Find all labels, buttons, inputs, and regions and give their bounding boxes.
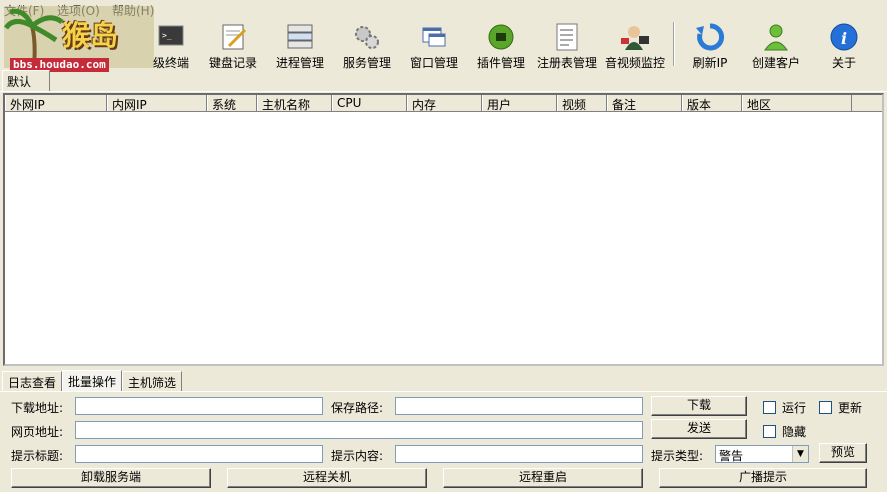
about-button[interactable]: i 关于 [824,22,864,70]
tab-divider [0,91,887,92]
hide-checkbox[interactable]: 隐藏 [763,423,806,440]
remote-shutdown-button[interactable]: 远程关机 [227,468,427,488]
column-header[interactable]: 主机名称 [257,95,332,111]
column-header[interactable]: 系统 [207,95,257,111]
hide-checkbox-box[interactable] [763,425,776,438]
bottom-tab-strip: 日志查看 批量操作 主机筛选 [2,370,183,391]
info-icon: i [830,23,858,51]
chevron-down-icon[interactable]: ▼ [792,446,808,462]
update-checkbox-label: 更新 [838,401,863,415]
window-icon [422,27,446,47]
web-url-field[interactable] [75,421,643,439]
column-header[interactable]: 版本 [682,95,742,111]
save-path-field[interactable] [395,397,643,415]
run-checkbox-label: 运行 [782,401,807,415]
tip-content-label: 提示内容: [331,449,384,463]
create-client-button[interactable]: 创建客户 [748,22,804,70]
site-logo: 猴岛 bbs.houdao.com [3,6,154,72]
web-url-label: 网页地址: [11,425,64,439]
bottom-tab-divider [0,391,887,392]
refresh-icon [696,23,725,51]
av-monitor-button[interactable]: 音视频监控 [603,22,667,70]
remote-reboot-button[interactable]: 远程重启 [443,468,643,488]
tip-type-select[interactable]: 警告 ▼ [715,445,809,463]
update-checkbox[interactable]: 更新 [819,399,862,416]
uninstall-server-button[interactable]: 卸载服务端 [11,468,211,488]
keyboard-log-button[interactable]: 键盘记录 [206,22,260,70]
preview-button[interactable]: 预览 [819,443,867,463]
download-url-label: 下载地址: [11,401,64,415]
service-button[interactable]: 服务管理 [340,22,394,70]
column-header[interactable]: 内网IP [107,95,207,111]
logo-text: 猴岛 [62,19,119,52]
column-header[interactable]: 用户 [482,95,557,111]
broadcast-tip-button[interactable]: 广播提示 [659,468,867,488]
tab-default-group[interactable]: 默认 [2,70,50,92]
toolbar-separator [673,22,675,66]
run-checkbox-box[interactable] [763,401,776,414]
host-list[interactable]: 外网IP 内网IP 系统 主机名称 CPU 内存 用户 视频 备注 版本 地区 [3,93,884,366]
refresh-ip-button[interactable]: 刷新IP [686,22,734,70]
registry-icon [556,23,578,51]
terminal-button[interactable]: >_ 级终端 [150,22,192,70]
host-list-header: 外网IP 内网IP 系统 主机名称 CPU 内存 用户 视频 备注 版本 地区 [5,95,882,112]
tip-content-field[interactable] [395,445,643,463]
column-header[interactable]: CPU [332,95,407,111]
keyboard-log-icon [222,24,247,50]
hide-checkbox-label: 隐藏 [782,425,807,439]
terminal-icon: >_ [158,25,184,46]
update-checkbox-box[interactable] [819,401,832,414]
column-header[interactable]: 视频 [557,95,607,111]
column-header[interactable]: 外网IP [5,95,107,111]
tip-type-label: 提示类型: [651,449,704,463]
column-header[interactable]: 内存 [407,95,482,111]
window-button[interactable]: 窗口管理 [407,22,461,70]
save-path-label: 保存路径: [331,401,384,415]
download-button[interactable]: 下载 [651,396,747,416]
create-client-icon [764,24,788,51]
tip-title-label: 提示标题: [11,449,64,463]
process-icon [287,24,313,49]
tip-type-value: 警告 [719,449,744,463]
registry-button[interactable]: 注册表管理 [536,22,598,70]
plugin-button[interactable]: 插件管理 [474,22,528,70]
run-checkbox[interactable]: 运行 [763,399,806,416]
tab-host-filter[interactable]: 主机筛选 [122,371,183,391]
download-url-field[interactable] [75,397,323,415]
process-button[interactable]: 进程管理 [273,22,327,70]
svg-text:i: i [841,29,847,48]
send-button[interactable]: 发送 [651,419,747,439]
service-gear-icon [355,26,379,49]
tab-batch-operation[interactable]: 批量操作 [62,370,123,391]
column-header[interactable]: 地区 [742,95,852,111]
column-header[interactable]: 备注 [607,95,682,111]
tip-title-field[interactable] [75,445,323,463]
plugin-icon [488,24,514,50]
tab-log-view[interactable]: 日志查看 [2,371,63,391]
av-monitor-icon [621,26,649,50]
svg-text:>_: >_ [162,31,172,40]
